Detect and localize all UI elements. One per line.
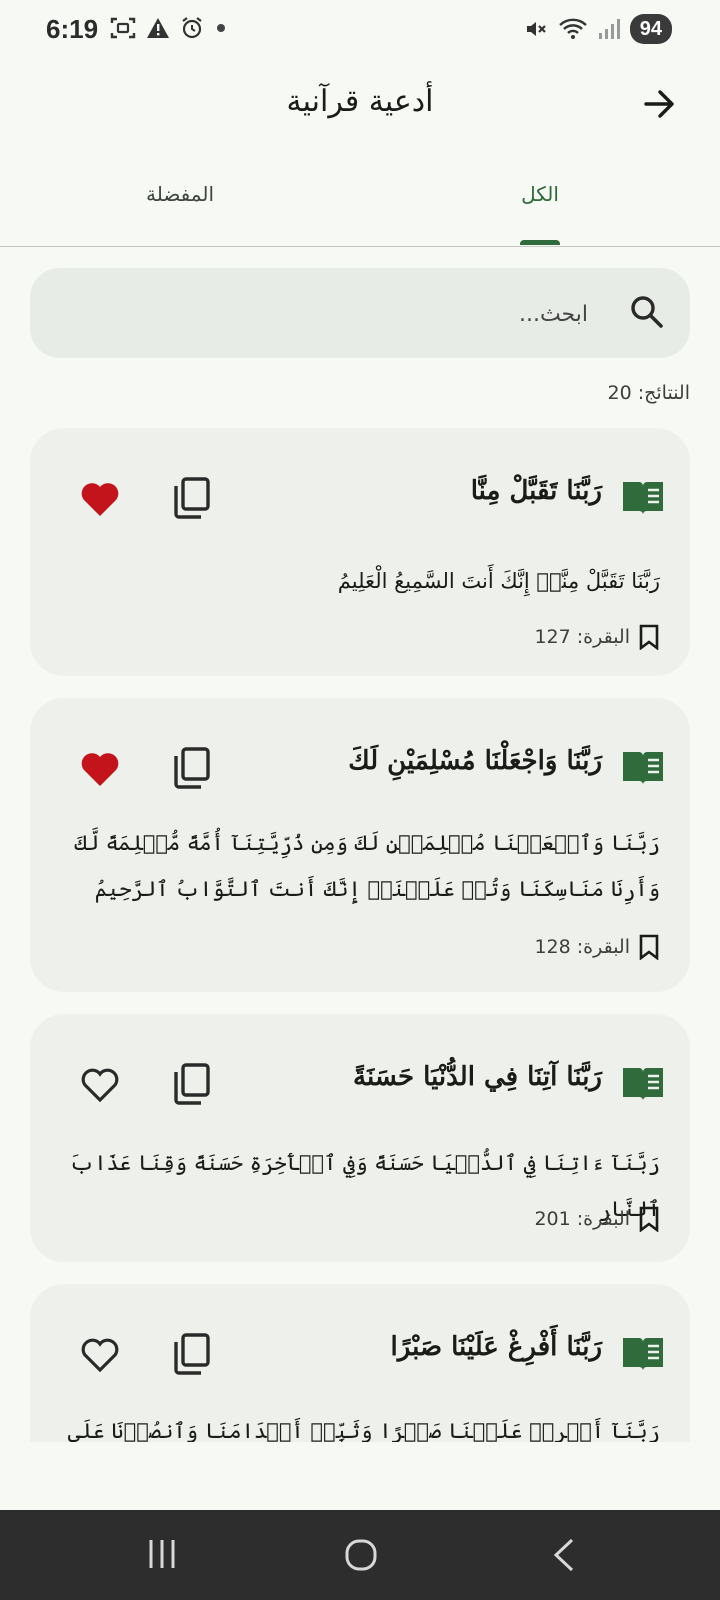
clock: 6:19 [46, 14, 99, 44]
alarm-icon [182, 17, 202, 39]
recent-apps-icon[interactable] [146, 1538, 178, 1570]
dua-title: رَبَّنَا تَقَبَّلْ مِنَّا [470, 476, 602, 506]
book-icon [623, 752, 663, 784]
book-icon [623, 1068, 663, 1100]
bookmark-icon [639, 624, 659, 650]
tab-indicator [520, 240, 560, 245]
dua-title: رَبَّنَا آتِنَا فِي الدُّنْيَا حَسَنَةً [353, 1062, 602, 1092]
dua-title: رَبَّنَا وَاجْعَلْنَا مُسْلِمَيْنِ لَكَ [348, 746, 602, 776]
results-count: النتائج: 20 [607, 382, 690, 404]
home-icon[interactable] [344, 1538, 378, 1572]
copy-icon[interactable] [172, 1332, 212, 1376]
dua-card[interactable]: رَبَّنَا آتِنَا فِي الدُّنْيَا حَسَنَةً … [30, 1014, 690, 1262]
tab-all[interactable]: الكل [440, 182, 640, 206]
bookmark-icon [639, 934, 659, 960]
signal-icon [598, 19, 620, 39]
dua-reference: البقرة: 128 [534, 934, 660, 960]
reference-label: البقرة: 128 [534, 936, 630, 958]
reference-label: البقرة: 201 [534, 1208, 630, 1230]
tab-favorites[interactable]: المفضلة [80, 182, 280, 206]
heart-filled-icon[interactable] [78, 478, 122, 518]
heart-outline-icon[interactable] [78, 1064, 122, 1104]
book-icon [623, 482, 663, 514]
copy-icon[interactable] [172, 476, 212, 520]
dua-card[interactable]: رَبَّنَا وَاجْعَلْنَا مُسْلِمَيْنِ لَكَ … [30, 698, 690, 992]
copy-icon[interactable] [172, 1062, 212, 1106]
dua-reference: البقرة: 127 [534, 624, 660, 650]
wifi-icon [558, 18, 587, 39]
search-input[interactable] [106, 288, 590, 340]
page-title: أدعية قرآنية [286, 84, 434, 119]
mute-icon [526, 22, 546, 36]
notification-dot-icon [217, 24, 225, 32]
heart-outline-icon[interactable] [78, 1334, 122, 1374]
warning-icon [147, 18, 169, 38]
heart-filled-icon[interactable] [78, 748, 122, 788]
back-icon[interactable] [552, 1538, 576, 1572]
book-icon [623, 1338, 663, 1370]
reference-label: البقرة: 127 [534, 626, 630, 648]
back-arrow-icon[interactable] [640, 84, 680, 124]
app-bar: أدعية قرآنية [0, 64, 720, 144]
dua-text: رَبَّنَا تَقَبَّلْ مِنَّاۖ إِنَّكَ أَنتَ… [337, 569, 660, 593]
duas-list: رَبَّنَا تَقَبَّلْ مِنَّا رَبَّنَا تَقَب… [30, 428, 690, 1442]
status-bar: 6:19 94 [0, 0, 720, 64]
dua-card[interactable]: رَبَّنَا تَقَبَّلْ مِنَّا رَبَّنَا تَقَب… [30, 428, 690, 676]
screenshot-icon [110, 17, 136, 39]
dua-title: رَبَّنَا أَفْرِغْ عَلَيْنَا صَبْرًا [390, 1332, 602, 1362]
system-nav-bar [0, 1510, 720, 1600]
bookmark-icon [639, 1206, 659, 1232]
battery-indicator: 94 [629, 14, 672, 44]
dua-text: رَبَّنَا وَٱجۡعَلۡنَا مُسۡلِمَيۡنِ لَكَ … [74, 831, 660, 901]
tab-bar: الكل المفضلة [0, 160, 720, 247]
copy-icon[interactable] [172, 746, 212, 790]
search-icon[interactable] [628, 293, 666, 331]
dua-text: رَبَّنَآ أَفۡرِغۡ عَلَيۡنَا صَبۡرًا وَثَ… [67, 1419, 660, 1442]
dua-card[interactable]: رَبَّنَا أَفْرِغْ عَلَيْنَا صَبْرًا رَبَ… [30, 1284, 690, 1442]
dua-reference: البقرة: 201 [534, 1206, 660, 1232]
search-bar [30, 268, 690, 358]
